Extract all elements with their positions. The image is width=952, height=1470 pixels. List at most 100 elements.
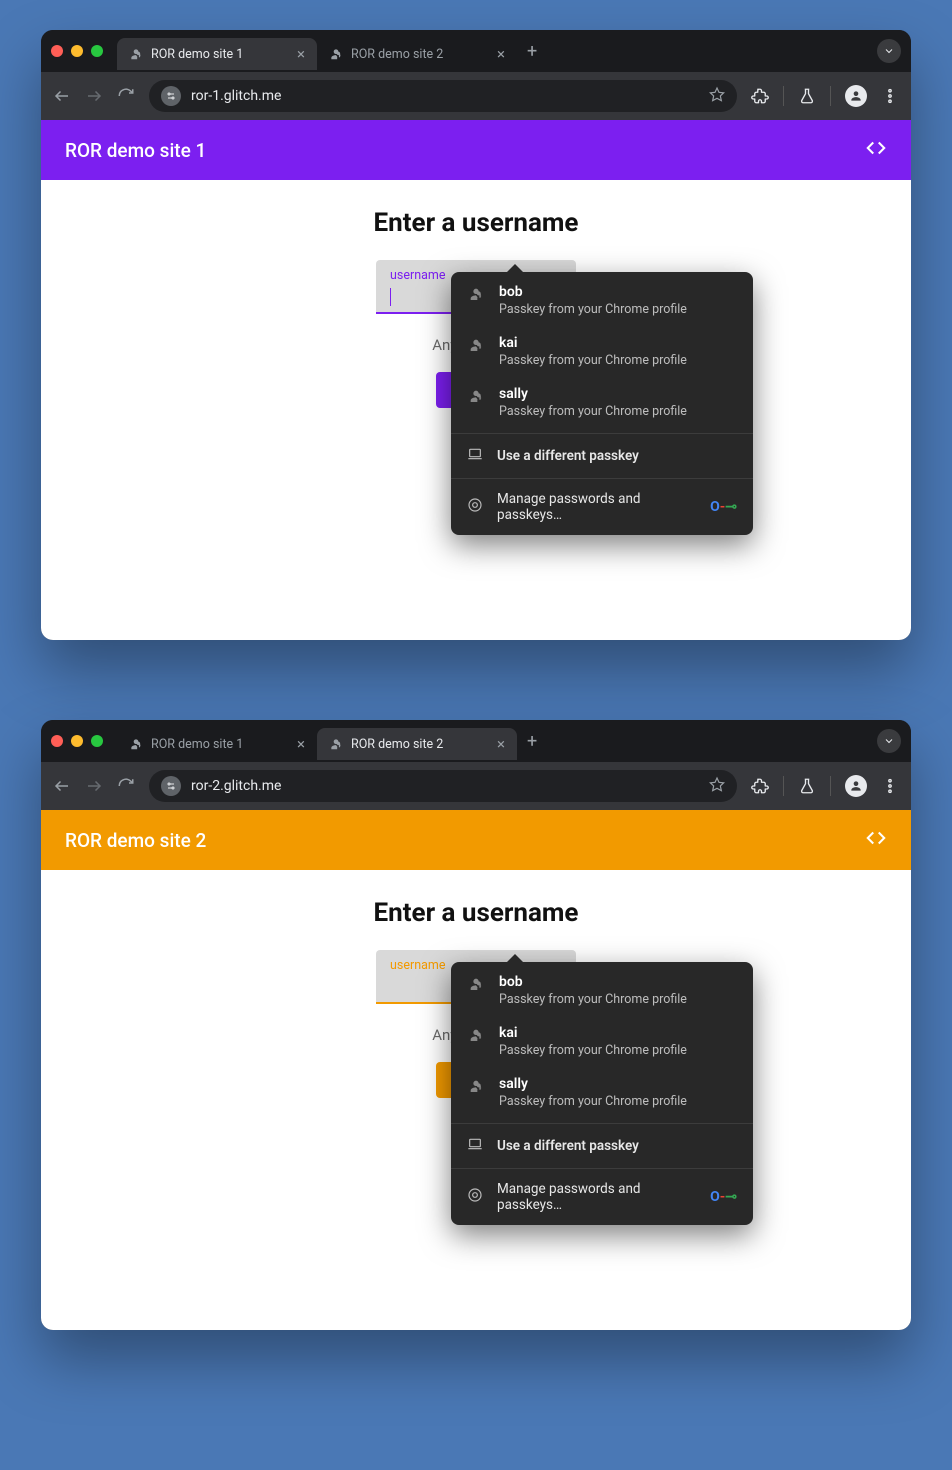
site-info-icon[interactable]: [161, 776, 181, 796]
browser-tabs: ROR demo site 1 × ROR demo site 2 × +: [117, 720, 877, 762]
close-tab-icon[interactable]: ×: [497, 45, 505, 63]
passkey-suggestions-popup: bob Passkey from your Chrome profile kai…: [451, 272, 753, 535]
passkey-icon: [467, 974, 485, 992]
page-title: Enter a username: [41, 898, 911, 928]
fullscreen-window-icon[interactable]: [91, 45, 103, 57]
tab-search-button[interactable]: [877, 729, 901, 753]
page-title: Enter a username: [41, 208, 911, 238]
passkey-name: bob: [499, 284, 687, 300]
passkey-subtext: Passkey from your Chrome profile: [499, 1043, 687, 1058]
passkey-favicon-icon: [329, 737, 343, 751]
browser-toolbar: ror-2.glitch.me: [41, 762, 911, 810]
app-title: ROR demo site 1: [65, 139, 206, 162]
passkey-suggestions-popup: bob Passkey from your Chrome profile kai…: [451, 962, 753, 1225]
manage-passwords[interactable]: Manage passwords and passkeys… O-⊸: [451, 478, 753, 535]
passkey-icon: [467, 1025, 485, 1043]
mac-traffic-lights: [51, 45, 103, 57]
profile-avatar[interactable]: [845, 85, 867, 107]
text-caret: [390, 288, 391, 306]
google-key-icon: O-⊸: [710, 499, 737, 515]
close-tab-icon[interactable]: ×: [297, 735, 305, 753]
labs-icon[interactable]: [798, 87, 816, 105]
manage-label: Manage passwords and passkeys…: [497, 491, 696, 523]
use-different-passkey[interactable]: Use a different passkey: [451, 434, 753, 478]
new-tab-button[interactable]: +: [517, 41, 547, 62]
different-passkey-label: Use a different passkey: [497, 448, 639, 464]
passkey-subtext: Passkey from your Chrome profile: [499, 404, 687, 419]
tab-ror-2[interactable]: ROR demo site 2 ×: [317, 38, 517, 70]
manage-passwords[interactable]: Manage passwords and passkeys… O-⊸: [451, 1168, 753, 1225]
tab-label: ROR demo site 1: [151, 47, 243, 62]
google-key-icon: O-⊸: [710, 1189, 737, 1205]
toolbar-divider: [830, 776, 831, 796]
passkey-icon: [467, 284, 485, 302]
extensions-icon[interactable]: [751, 777, 769, 795]
passkey-entry-bob[interactable]: bob Passkey from your Chrome profile: [451, 962, 753, 1017]
profile-avatar[interactable]: [845, 775, 867, 797]
close-window-icon[interactable]: [51, 735, 63, 747]
chrome-icon: [467, 497, 483, 517]
tab-ror-2[interactable]: ROR demo site 2 ×: [317, 728, 517, 760]
tab-ror-1[interactable]: ROR demo site 1 ×: [117, 728, 317, 760]
browser-window-2: ROR demo site 1 × ROR demo site 2 × +: [41, 720, 911, 1330]
code-icon[interactable]: [865, 827, 887, 854]
titlebar: ROR demo site 1 × ROR demo site 2 × +: [41, 720, 911, 762]
passkey-entry-kai[interactable]: kai Passkey from your Chrome profile: [451, 1017, 753, 1068]
new-tab-button[interactable]: +: [517, 731, 547, 752]
address-text: ror-2.glitch.me: [191, 778, 281, 794]
passkey-icon: [467, 335, 485, 353]
tab-label: ROR demo site 2: [351, 737, 443, 752]
mac-traffic-lights: [51, 735, 103, 747]
tab-ror-1[interactable]: ROR demo site 1 ×: [117, 38, 317, 70]
address-bar[interactable]: ror-1.glitch.me: [149, 80, 737, 112]
bookmark-star-icon[interactable]: [709, 776, 725, 796]
close-tab-icon[interactable]: ×: [497, 735, 505, 753]
code-icon[interactable]: [865, 137, 887, 164]
toolbar-divider: [783, 776, 784, 796]
passkey-name: sally: [499, 386, 687, 402]
close-tab-icon[interactable]: ×: [297, 45, 305, 63]
passkey-entry-kai[interactable]: kai Passkey from your Chrome profile: [451, 327, 753, 378]
page-content: Enter a username username Any usernam bo…: [41, 870, 911, 1230]
toolbar-divider: [830, 86, 831, 106]
app-header: ROR demo site 1: [41, 120, 911, 180]
passkey-name: kai: [499, 1025, 687, 1041]
kebab-menu-icon[interactable]: [881, 87, 899, 105]
page-viewport: ROR demo site 2 Enter a username usernam…: [41, 810, 911, 1330]
labs-icon[interactable]: [798, 777, 816, 795]
use-different-passkey[interactable]: Use a different passkey: [451, 1124, 753, 1168]
address-bar[interactable]: ror-2.glitch.me: [149, 770, 737, 802]
manage-label: Manage passwords and passkeys…: [497, 1181, 696, 1213]
forward-button[interactable]: [85, 87, 103, 105]
passkey-name: kai: [499, 335, 687, 351]
site-info-icon[interactable]: [161, 86, 181, 106]
titlebar: ROR demo site 1 × ROR demo site 2 × +: [41, 30, 911, 72]
reload-button[interactable]: [117, 87, 135, 105]
browser-toolbar: ror-1.glitch.me: [41, 72, 911, 120]
minimize-window-icon[interactable]: [71, 735, 83, 747]
fullscreen-window-icon[interactable]: [91, 735, 103, 747]
passkey-subtext: Passkey from your Chrome profile: [499, 353, 687, 368]
minimize-window-icon[interactable]: [71, 45, 83, 57]
extensions-icon[interactable]: [751, 87, 769, 105]
close-window-icon[interactable]: [51, 45, 63, 57]
browser-tabs: ROR demo site 1 × ROR demo site 2 × +: [117, 30, 877, 72]
forward-button[interactable]: [85, 777, 103, 795]
tab-search-button[interactable]: [877, 39, 901, 63]
laptop-icon: [467, 1136, 483, 1156]
bookmark-star-icon[interactable]: [709, 86, 725, 106]
tab-label: ROR demo site 2: [351, 47, 443, 62]
back-button[interactable]: [53, 777, 71, 795]
passkey-entry-sally[interactable]: sally Passkey from your Chrome profile: [451, 378, 753, 429]
page-viewport: ROR demo site 1 Enter a username usernam…: [41, 120, 911, 640]
app-title: ROR demo site 2: [65, 829, 206, 852]
different-passkey-label: Use a different passkey: [497, 1138, 639, 1154]
passkey-icon: [467, 1076, 485, 1094]
back-button[interactable]: [53, 87, 71, 105]
kebab-menu-icon[interactable]: [881, 777, 899, 795]
passkey-entry-sally[interactable]: sally Passkey from your Chrome profile: [451, 1068, 753, 1119]
reload-button[interactable]: [117, 777, 135, 795]
passkey-subtext: Passkey from your Chrome profile: [499, 992, 687, 1007]
passkey-favicon-icon: [129, 47, 143, 61]
passkey-entry-bob[interactable]: bob Passkey from your Chrome profile: [451, 272, 753, 327]
